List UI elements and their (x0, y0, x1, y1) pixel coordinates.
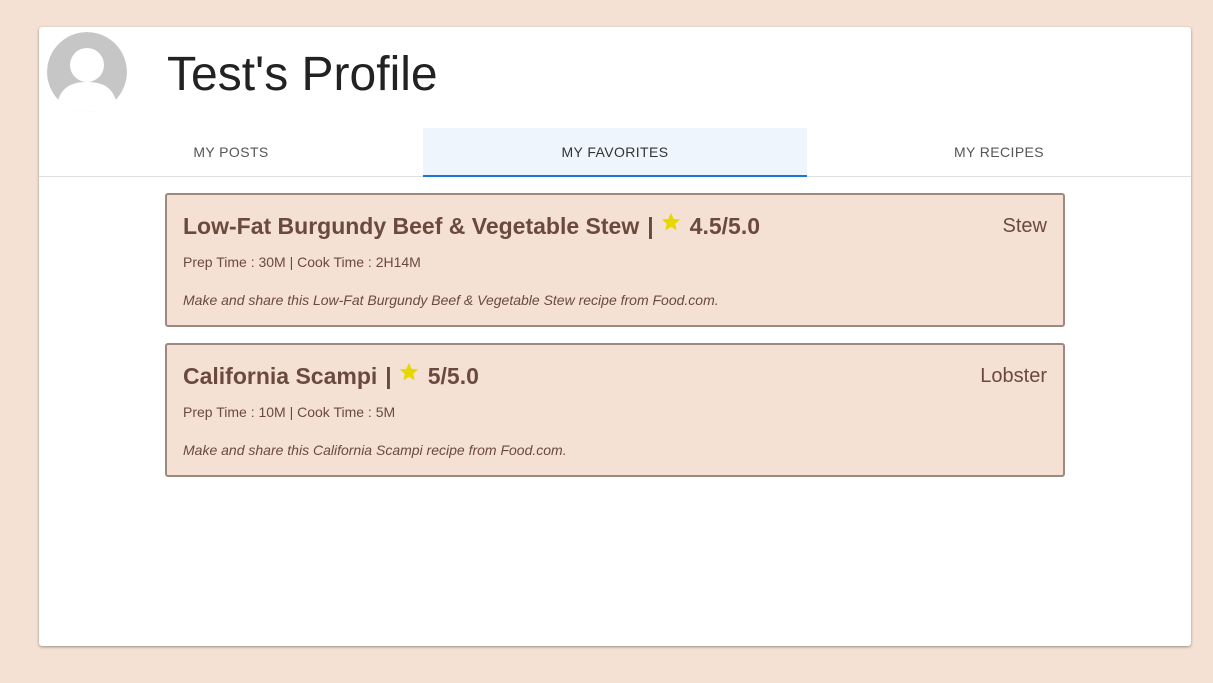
user-avatar-icon (47, 32, 127, 112)
favorites-list: Low-Fat Burgundy Beef & Vegetable Stew |… (165, 193, 1065, 493)
profile-tabs: MY POSTS MY FAVORITES MY RECIPES (39, 128, 1191, 177)
tab-my-recipes[interactable]: MY RECIPES (807, 128, 1191, 176)
recipe-description: Make and share this California Scampi re… (183, 442, 567, 458)
star-icon (399, 362, 418, 381)
recipe-category: Stew (1002, 215, 1047, 237)
recipe-card[interactable]: California Scampi | 5/5.0 Lobster Prep T… (165, 343, 1065, 477)
recipe-rating: 5/5.0 (427, 363, 479, 389)
recipe-name: Low-Fat Burgundy Beef & Vegetable Stew (183, 213, 640, 239)
recipe-times: Prep Time : 30M | Cook Time : 2H14M (183, 254, 421, 270)
tab-my-posts[interactable]: MY POSTS (39, 128, 423, 176)
avatar (47, 32, 127, 112)
recipe-name: California Scampi (183, 363, 378, 389)
recipe-card[interactable]: Low-Fat Burgundy Beef & Vegetable Stew |… (165, 193, 1065, 327)
recipe-rating: 4.5/5.0 (689, 213, 761, 239)
profile-card: Test's Profile MY POSTS MY FAVORITES MY … (39, 27, 1191, 646)
recipe-times: Prep Time : 10M | Cook Time : 5M (183, 404, 396, 420)
star-icon (661, 212, 680, 231)
title-separator: | (385, 363, 392, 389)
recipe-description: Make and share this Low-Fat Burgundy Bee… (183, 292, 719, 308)
tab-my-favorites[interactable]: MY FAVORITES (423, 128, 807, 177)
recipe-title-row: California Scampi | 5/5.0 (183, 361, 479, 391)
recipe-category: Lobster (980, 365, 1047, 387)
recipe-title-row: Low-Fat Burgundy Beef & Vegetable Stew |… (183, 211, 760, 241)
page-title: Test's Profile (167, 48, 438, 101)
title-separator: | (647, 213, 654, 239)
